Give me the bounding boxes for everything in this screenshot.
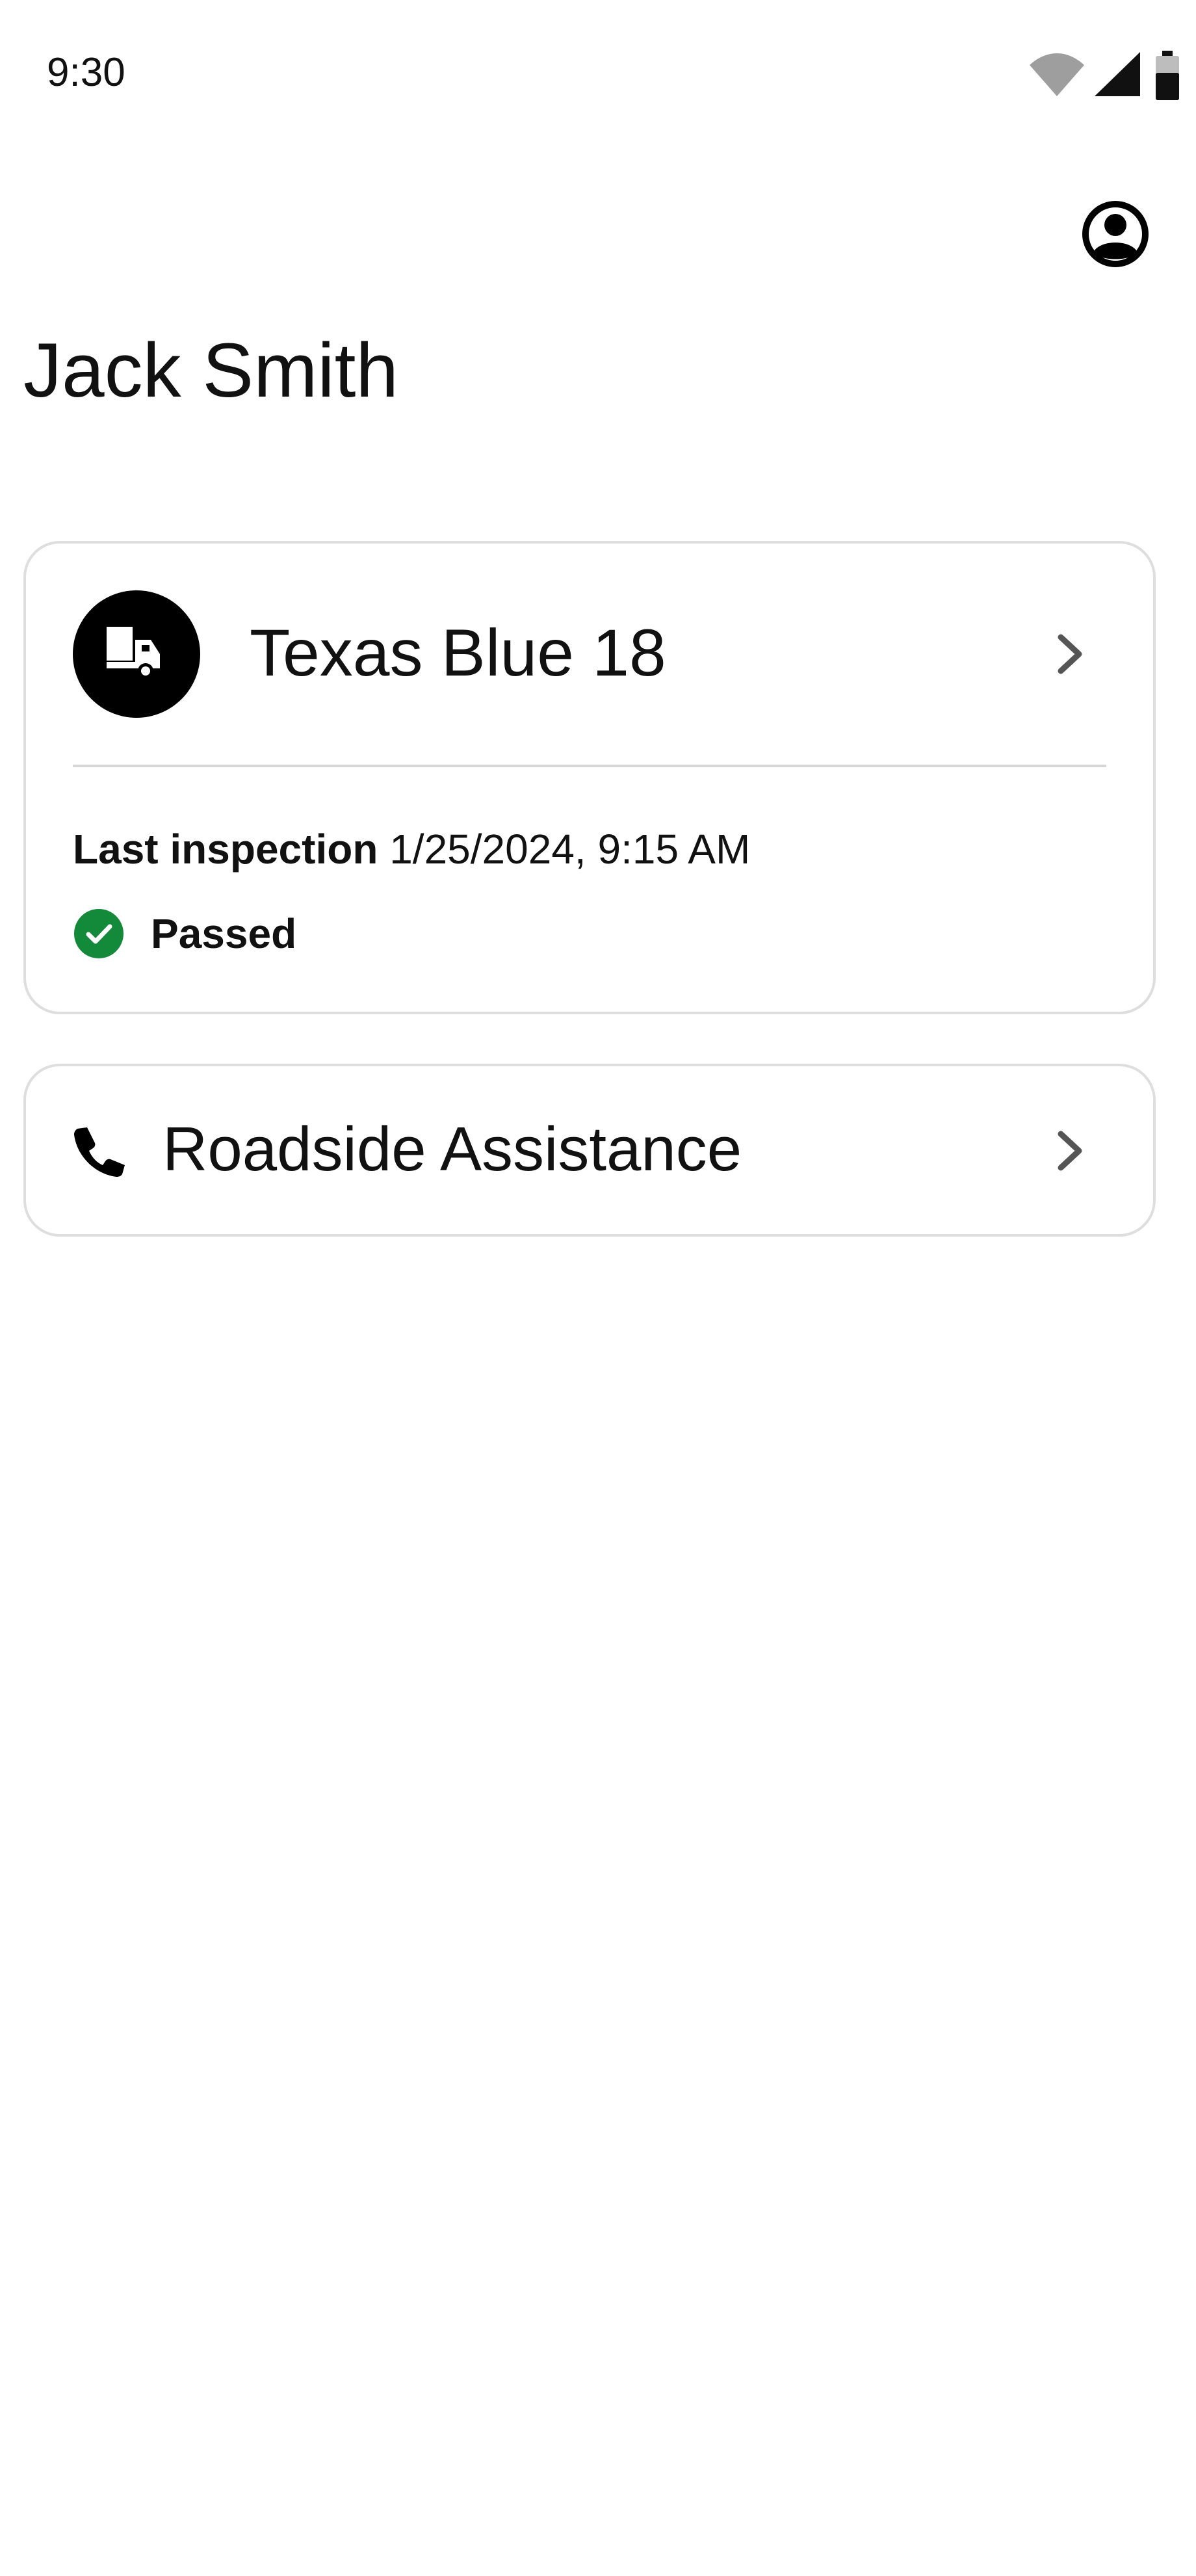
cellular-signal-icon xyxy=(1095,52,1140,96)
profile-button[interactable] xyxy=(1080,199,1150,269)
inspection-status: Passed xyxy=(73,908,296,960)
truck-icon xyxy=(107,627,160,679)
last-inspection-datetime: 1/25/2024, 9:15 AM xyxy=(389,826,751,873)
vehicle-card: Texas Blue 18 Last inspection 1/25/2024,… xyxy=(23,541,1156,1014)
battery-icon xyxy=(1156,51,1179,100)
page-title: Jack Smith xyxy=(23,328,399,414)
phone-icon xyxy=(74,1127,125,1177)
vehicle-row[interactable]: Texas Blue 18 xyxy=(26,544,1153,765)
account-circle-icon xyxy=(1082,201,1149,267)
wifi-icon xyxy=(1030,53,1084,96)
last-inspection: Last inspection 1/25/2024, 9:15 AM xyxy=(73,823,750,875)
chevron-right-icon xyxy=(1058,634,1082,674)
vehicle-avatar xyxy=(73,590,200,718)
chevron-right-icon xyxy=(1058,1131,1082,1171)
roadside-assistance-label: Roadside Assistance xyxy=(162,1114,742,1184)
vehicle-name: Texas Blue 18 xyxy=(250,616,666,690)
status-time: 9:30 xyxy=(47,50,125,95)
status-icons xyxy=(1027,51,1196,103)
status-bar: 9:30 xyxy=(0,0,1196,143)
last-inspection-label: Last inspection xyxy=(73,826,378,873)
app-screen: 9:30 Jack Smith Texas Blue 18 Last inspe… xyxy=(0,0,1196,2576)
roadside-assistance-button[interactable]: Roadside Assistance xyxy=(23,1064,1156,1237)
check-circle-icon xyxy=(74,909,124,958)
card-divider xyxy=(73,765,1106,767)
status-badge: Passed xyxy=(151,910,297,957)
